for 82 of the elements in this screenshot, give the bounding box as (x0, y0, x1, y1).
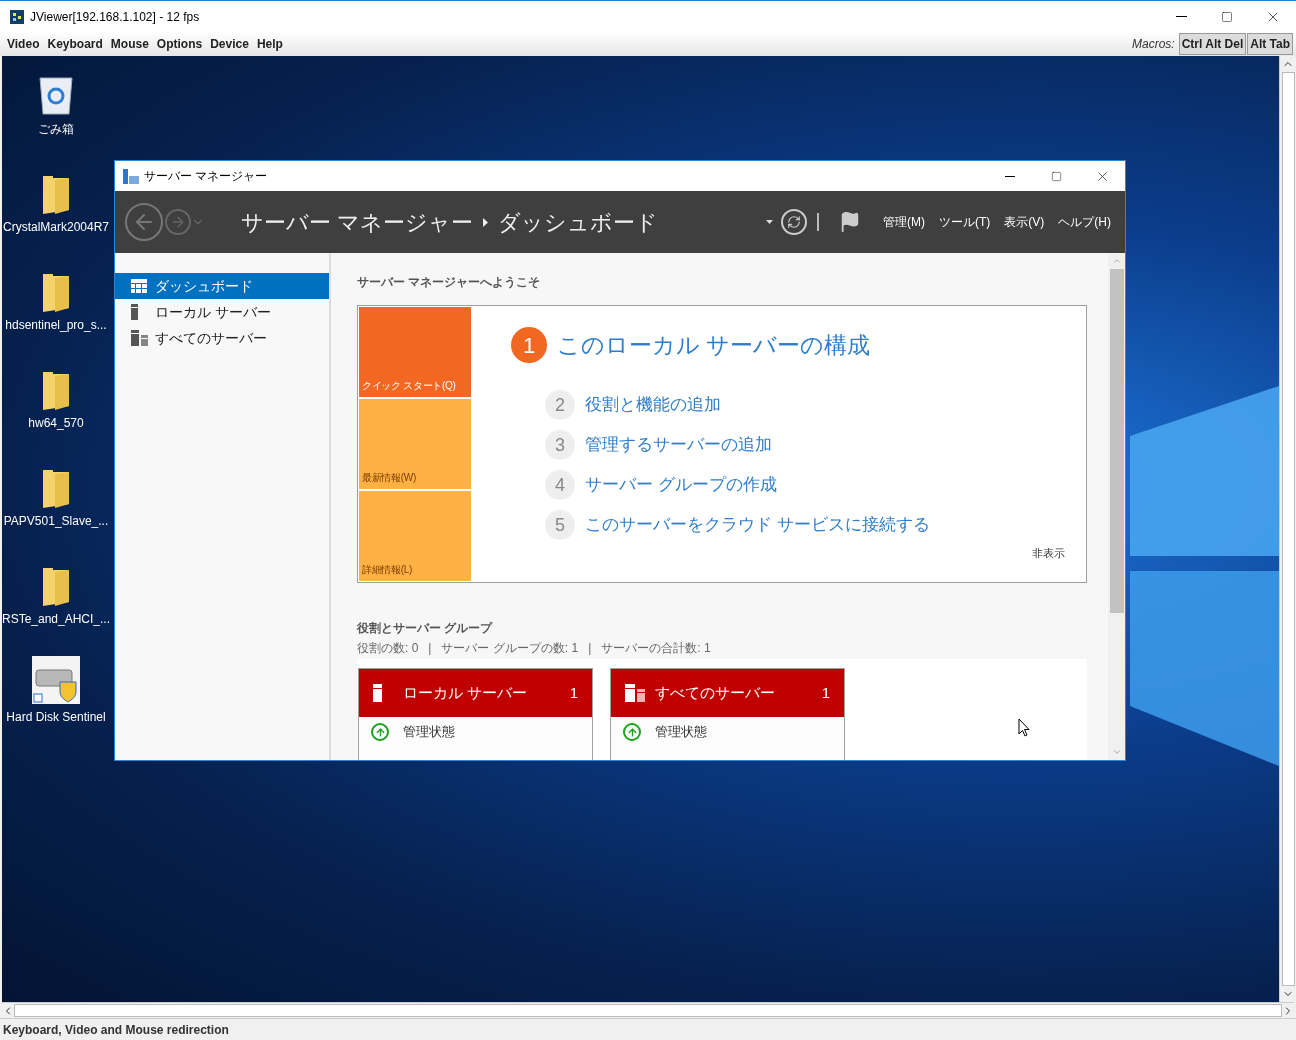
server-manager-icon (123, 168, 139, 184)
macro-button[interactable]: Alt Tab (1247, 33, 1293, 55)
tile-row-label[interactable]: 管理状態 (403, 722, 455, 742)
desktop-icon-label[interactable]: Hard Disk Sentinel (6, 708, 106, 726)
menu-item[interactable]: Options (152, 35, 207, 53)
back-button[interactable] (125, 203, 163, 241)
macros-label: Macros: (1131, 36, 1175, 53)
servers-icon (625, 684, 645, 702)
breadcrumb-item[interactable]: ダッシュボード (498, 205, 659, 239)
step-link[interactable]: 管理するサーバーの追加 (585, 432, 772, 458)
app-icon (10, 9, 24, 24)
grid-icon (131, 279, 147, 293)
refresh-icon (787, 215, 801, 229)
desktop-icon-label[interactable]: hw64_570 (28, 414, 84, 432)
header-menu-item[interactable]: 管理(M) (879, 213, 929, 231)
minimize-icon (1175, 16, 1187, 17)
menu-item[interactable]: Video (3, 35, 44, 53)
forward-button[interactable] (165, 209, 191, 235)
scrollbar-thumb[interactable] (1281, 72, 1295, 986)
quick-tile[interactable]: 最新情報(W) (359, 399, 471, 489)
tile-title: ローカル サーバー (403, 682, 528, 703)
scrollbar-thumb[interactable] (14, 1004, 1282, 1017)
minimize-icon (1005, 175, 1015, 177)
header-menu-item[interactable]: 表示(V) (1000, 213, 1049, 231)
section-heading: サーバー マネージャーへようこそ (357, 274, 542, 291)
menu-item[interactable]: Help (252, 35, 287, 53)
window-title: JViewer[192.168.1.102] - 12 fps (30, 8, 200, 26)
mouse-pointer-icon (1018, 718, 1030, 737)
menu-item[interactable]: Device (206, 35, 253, 53)
status-up-icon (623, 723, 641, 741)
desktop-icon-label[interactable]: PAPV501_Slave_... (3, 512, 109, 530)
nav-item[interactable]: ダッシュボード (115, 273, 329, 299)
header-menu-item[interactable]: ツール(T) (935, 213, 995, 231)
step-number: 1 (511, 327, 547, 363)
step-link[interactable]: 役割と機能の追加 (585, 392, 721, 418)
desktop-icon-label[interactable]: hdsentinel_pro_s... (5, 316, 107, 334)
server-icon (373, 684, 382, 702)
server-group-tile[interactable]: すべてのサーバー 1 管理状態 (610, 668, 845, 760)
desktop-icon-label[interactable]: CrystalMark2004R7 (2, 218, 109, 236)
header-menu-item[interactable]: ヘルプ(H) (1054, 213, 1115, 231)
macro-button[interactable]: Ctrl Alt Del (1178, 33, 1247, 55)
maximize-icon (1050, 170, 1062, 182)
step-number: 4 (545, 470, 575, 500)
window-title: サーバー マネージャー (144, 168, 268, 185)
nav-item[interactable]: ローカル サーバー (115, 299, 329, 325)
menu-item[interactable]: Keyboard (43, 35, 107, 53)
desktop-icon-label[interactable]: RSTe_and_AHCI_... (2, 610, 111, 628)
tile-title: すべてのサーバー (655, 682, 775, 703)
tile-count: 1 (569, 682, 578, 703)
scrollbar-thumb[interactable] (1109, 269, 1124, 613)
step-number: 5 (545, 510, 575, 540)
step-number: 2 (545, 390, 575, 420)
forward-icon (170, 214, 186, 230)
dropdown-icon[interactable] (766, 220, 773, 224)
vertical-scrollbar[interactable] (1108, 253, 1125, 760)
breadcrumb-separator-icon (483, 217, 489, 227)
nav-item[interactable]: すべてのサーバー (115, 325, 329, 351)
scroll-down-icon (1111, 747, 1122, 757)
refresh-button[interactable] (781, 209, 807, 235)
maximize-icon (1221, 10, 1233, 23)
step-number: 3 (545, 430, 575, 460)
step-link[interactable]: サーバー グループの作成 (585, 472, 777, 498)
quick-tile[interactable]: 詳細情報(L) (359, 491, 471, 581)
vertical-scrollbar[interactable] (1279, 56, 1296, 1002)
servers-icon (131, 330, 148, 346)
scroll-up-icon (1111, 256, 1122, 266)
breadcrumb-item[interactable]: サーバー マネージャー (241, 205, 474, 239)
desktop-icon-label[interactable]: ごみ箱 (38, 120, 74, 138)
tile-count: 1 (821, 682, 830, 703)
status-text: Keyboard, Video and Mouse redirection (3, 1021, 229, 1039)
disk-shield-icon (32, 656, 80, 704)
section-heading: 役割とサーバー グループ (357, 620, 494, 637)
roles-summary: 役割の数: 0 | サーバー グループの数: 1 | サーバーの合計数: 1 (357, 640, 712, 657)
server-group-tile[interactable]: ローカル サーバー 1 管理状態 (358, 668, 593, 760)
hide-link[interactable]: 非表示 (1032, 544, 1065, 561)
status-up-icon (371, 723, 389, 741)
step-link[interactable]: このローカル サーバーの構成 (557, 327, 871, 363)
server-icon (131, 304, 138, 320)
tile-row-label[interactable]: 管理状態 (655, 722, 707, 742)
notifications-flag-icon[interactable] (839, 211, 861, 233)
step-link[interactable]: このサーバーをクラウド サービスに接続する (585, 512, 930, 538)
menu-item[interactable]: Mouse (106, 35, 153, 53)
